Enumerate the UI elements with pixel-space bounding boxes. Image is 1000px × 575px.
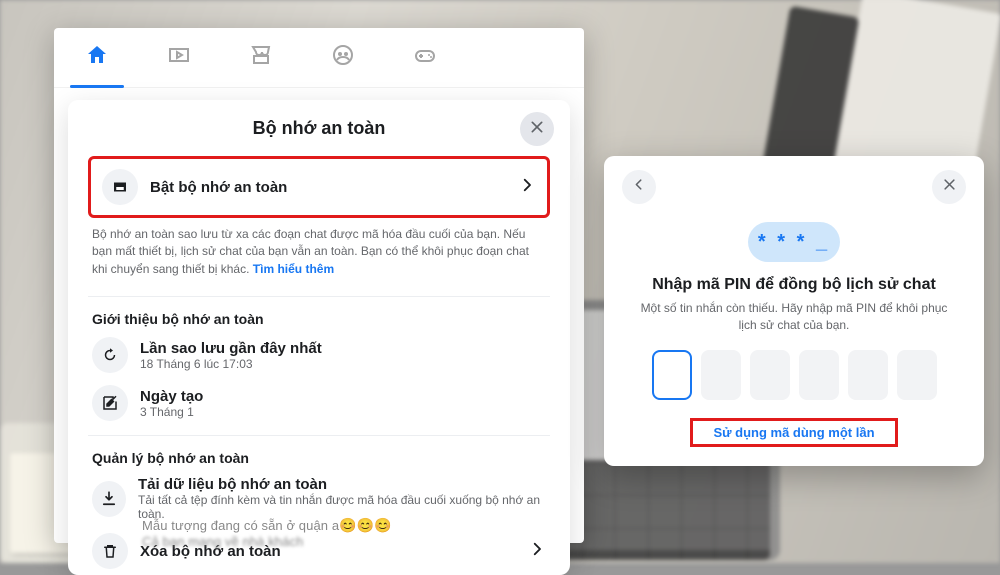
market-icon — [249, 43, 273, 72]
secure-storage-dialog: Bộ nhớ an toàn Bật bộ nhớ an toàn Bộ nhớ… — [68, 100, 570, 575]
close-button[interactable] — [520, 112, 554, 146]
created-label: Ngày tạo — [140, 388, 203, 405]
tab-gaming[interactable] — [412, 45, 438, 71]
back-button[interactable] — [622, 170, 656, 204]
pin-modal-subtitle: Một số tin nhắn còn thiếu. Hãy nhập mã P… — [640, 300, 948, 334]
storage-icon — [102, 169, 138, 205]
pin-digit-3[interactable] — [750, 350, 790, 400]
facebook-app-window: Bộ nhớ an toàn Bật bộ nhớ an toàn Bộ nhớ… — [54, 28, 584, 543]
pin-digit-6[interactable] — [897, 350, 937, 400]
pin-digit-4[interactable] — [799, 350, 839, 400]
tab-marketplace[interactable] — [248, 45, 274, 71]
close-icon — [942, 177, 957, 197]
tab-home[interactable] — [84, 45, 110, 71]
trash-icon — [92, 533, 128, 569]
enable-secure-storage-row[interactable]: Bật bộ nhớ an toàn — [94, 162, 544, 212]
arrow-left-icon — [632, 177, 647, 197]
background-chat-text: Mẫu tượng đang có sẵn ở quận a😊😊😊 Cả bạn… — [142, 517, 392, 549]
video-icon — [167, 43, 191, 72]
download-icon — [92, 481, 126, 517]
divider — [88, 296, 550, 297]
dialog-title: Bộ nhớ an toàn — [253, 118, 386, 139]
annotation-highlight-enable: Bật bộ nhớ an toàn — [88, 156, 550, 218]
edit-icon — [92, 385, 128, 421]
refresh-icon — [92, 337, 128, 373]
secure-storage-description: Bộ nhớ an toàn sao lưu từ xa các đoạn ch… — [68, 226, 570, 288]
manage-section-title: Quản lý bộ nhớ an toàn — [68, 444, 570, 470]
close-icon — [529, 119, 545, 140]
close-button[interactable] — [932, 170, 966, 204]
use-one-time-code-link[interactable]: Sử dụng mã dùng một lần — [713, 425, 874, 440]
pin-entry-modal: * * * _ Nhập mã PIN để đồng bộ lịch sử c… — [604, 156, 984, 466]
learn-more-link[interactable]: Tìm hiểu thêm — [253, 262, 334, 276]
last-backup-row: Lần sao lưu gần đây nhất 18 Tháng 6 lúc … — [82, 331, 556, 379]
pin-digit-1[interactable] — [652, 350, 692, 400]
groups-icon — [331, 43, 355, 72]
pin-digit-2[interactable] — [701, 350, 741, 400]
pin-digit-5[interactable] — [848, 350, 888, 400]
tab-video[interactable] — [166, 45, 192, 71]
pin-modal-title: Nhập mã PIN để đồng bộ lịch sử chat — [622, 276, 966, 294]
gaming-icon — [413, 43, 437, 72]
divider — [88, 435, 550, 436]
top-nav-tabs — [54, 28, 584, 88]
created-date-row: Ngày tạo 3 Tháng 1 — [82, 379, 556, 427]
pin-input-group — [622, 350, 966, 400]
enable-label: Bật bộ nhớ an toàn — [150, 179, 287, 196]
last-backup-value: 18 Tháng 6 lúc 17:03 — [140, 357, 322, 371]
home-icon — [85, 43, 109, 72]
chevron-right-icon — [518, 176, 536, 199]
created-value: 3 Tháng 1 — [140, 405, 203, 419]
intro-section-title: Giới thiệu bộ nhớ an toàn — [68, 305, 570, 331]
annotation-highlight-otp: Sử dụng mã dùng một lần — [690, 418, 897, 447]
tab-groups[interactable] — [330, 45, 356, 71]
pin-illustration: * * * _ — [748, 222, 840, 262]
download-label: Tải dữ liệu bộ nhớ an toàn — [138, 476, 546, 493]
last-backup-label: Lần sao lưu gần đây nhất — [140, 340, 322, 357]
chevron-right-icon — [528, 540, 546, 563]
dialog-header: Bộ nhớ an toàn — [68, 100, 570, 156]
